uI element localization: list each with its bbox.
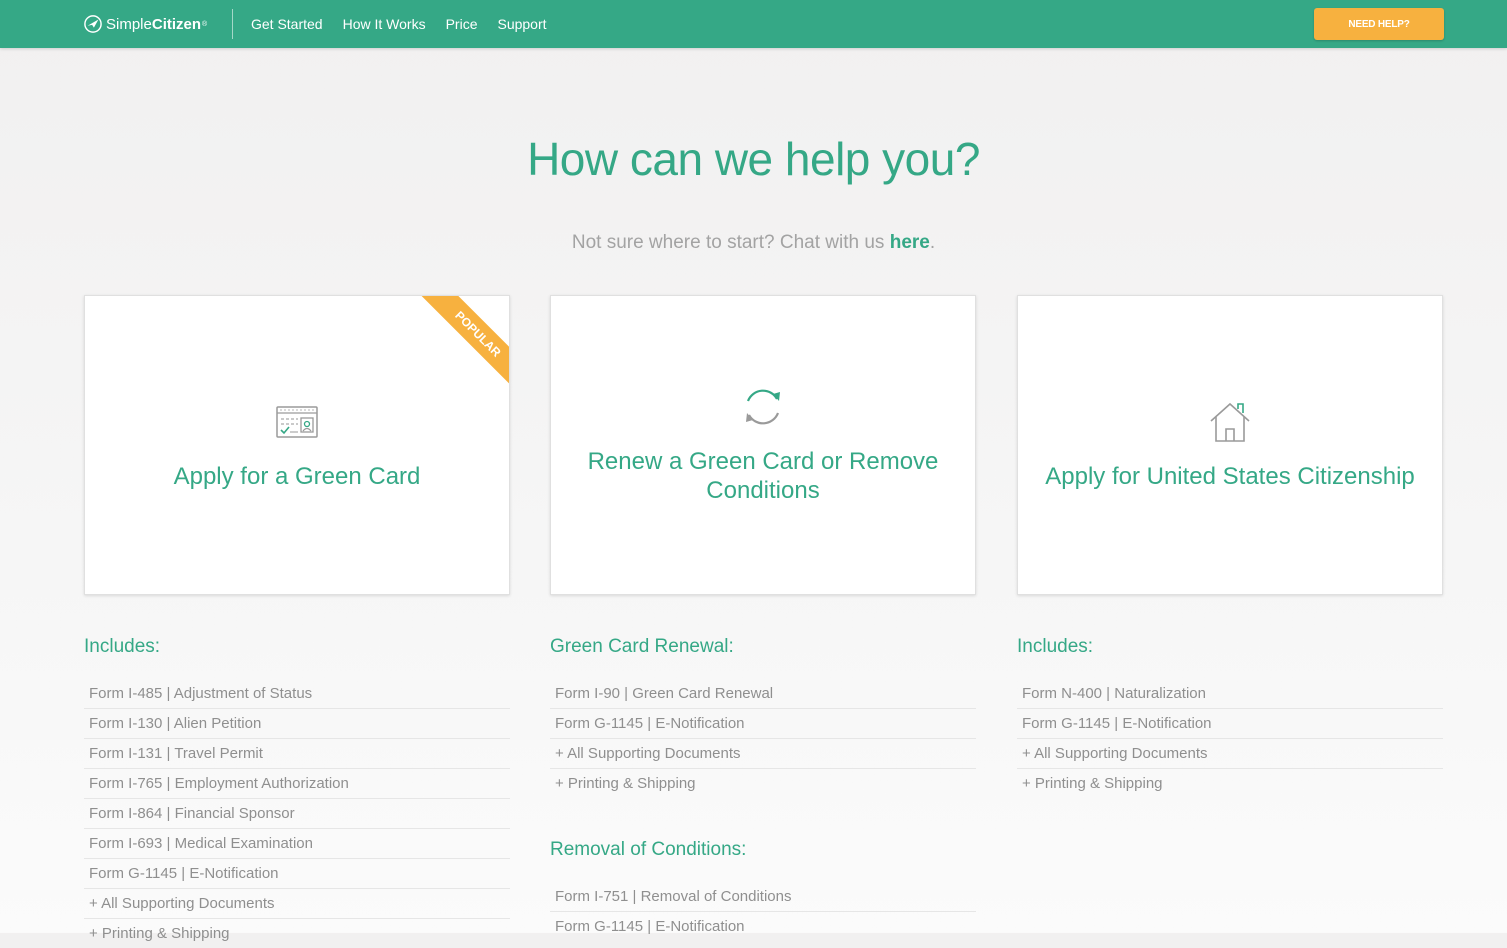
page-subtitle: Not sure where to start? Chat with us he… <box>0 232 1507 254</box>
list-item: + All Supporting Documents <box>550 739 976 769</box>
list-item: Form G-1145 | E-Notification <box>550 709 976 739</box>
card-apply-green-card[interactable]: POPULAR Apply for a Green Card <box>84 295 510 595</box>
removal-of-conditions-heading: Removal of Conditions: <box>550 839 747 860</box>
list-item: + All Supporting Documents <box>84 889 510 919</box>
card-title-apply-citizenship: Apply for United States Citizenship <box>1045 463 1415 490</box>
list-item: + Printing & Shipping <box>89 925 230 942</box>
list-item: + All Supporting Documents <box>1017 739 1443 769</box>
list-item: Form I-485 | Adjustment of Status <box>84 679 510 709</box>
list-item: Form I-864 | Financial Sponsor <box>84 799 510 829</box>
list-item: Form G-1145 | E-Notification <box>555 918 745 935</box>
green-card-renewal-list: Form I-90 | Green Card Renewal Form G-11… <box>550 679 976 798</box>
list-item: Form G-1145 | E-Notification <box>84 859 510 889</box>
simplecitizen-logo[interactable]: Simple Citizen ® <box>84 13 207 35</box>
card-apply-citizenship[interactable]: Apply for United States Citizenship <box>1017 295 1443 595</box>
removal-of-conditions-list: Form I-751 | Removal of Conditions Form … <box>550 882 976 941</box>
main-nav: Get Started How It Works Price Support <box>251 0 567 48</box>
card-renew-green-card[interactable]: Renew a Green Card or Remove Conditions <box>550 295 976 595</box>
house-icon <box>1210 402 1250 442</box>
logo-icon <box>84 15 102 33</box>
logo-text-bold: Citizen <box>151 15 202 33</box>
list-item: Form I-751 | Removal of Conditions <box>550 882 976 912</box>
card-title-renew-green-card: Renew a Green Card or Remove Conditions <box>587 448 939 504</box>
nav-how-it-works[interactable]: How It Works <box>343 16 426 32</box>
nav-divider <box>232 9 233 39</box>
list-item: Form I-131 | Travel Permit <box>84 739 510 769</box>
list-item: Form N-400 | Naturalization <box>1017 679 1443 709</box>
need-help-button[interactable]: NEED HELP? <box>1314 8 1444 40</box>
green-card-includes-heading: Includes: <box>84 636 161 657</box>
green-card-includes-list: Form I-485 | Adjustment of Status Form I… <box>84 679 510 948</box>
subtitle-period: . <box>929 232 936 253</box>
refresh-icon <box>746 389 780 425</box>
chat-here-link[interactable]: here <box>890 232 930 253</box>
list-item: Form I-130 | Alien Petition <box>84 709 510 739</box>
page-title: How can we help you? <box>527 133 980 185</box>
green-card-renewal-heading: Green Card Renewal: <box>550 636 734 657</box>
top-navigation-bar: Simple Citizen ® Get Started How It Works … <box>0 0 1507 48</box>
nav-price[interactable]: Price <box>446 16 478 32</box>
list-item: + Printing & Shipping <box>555 775 696 792</box>
popular-badge: POPULAR <box>419 296 509 393</box>
list-item: Form I-693 | Medical Examination <box>84 829 510 859</box>
popular-ribbon: POPULAR <box>412 296 509 393</box>
citizenship-includes-heading: Includes: <box>1017 636 1094 657</box>
citizenship-includes-list: Form N-400 | Naturalization Form G-1145 … <box>1017 679 1443 798</box>
logo-text-light: Simple <box>106 15 152 33</box>
list-item: Form G-1145 | E-Notification <box>1017 709 1443 739</box>
list-item: + Printing & Shipping <box>1022 775 1163 792</box>
nav-support[interactable]: Support <box>497 16 546 32</box>
subtitle-text: Not sure where to start? Chat with us <box>571 232 890 253</box>
list-item: Form I-90 | Green Card Renewal <box>550 679 976 709</box>
list-item: Form I-765 | Employment Authorization <box>84 769 510 799</box>
card-title-apply-green-card: Apply for a Green Card <box>173 463 421 490</box>
logo-trademark: ® <box>202 20 208 28</box>
nav-get-started[interactable]: Get Started <box>251 16 323 32</box>
id-card-icon <box>276 406 318 438</box>
